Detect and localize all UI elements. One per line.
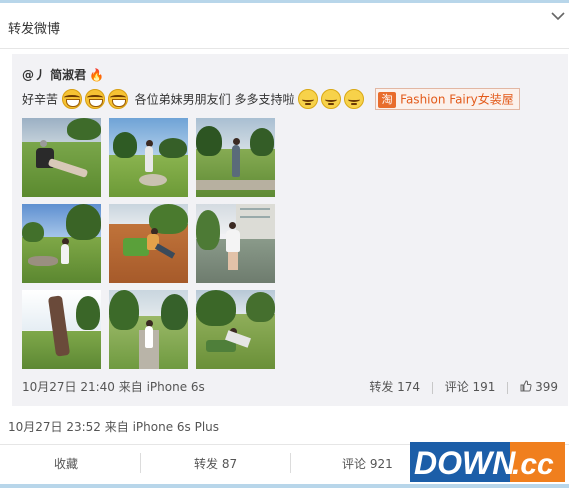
repost-count-link[interactable]: 转发 174 bbox=[369, 380, 420, 394]
like-count[interactable]: 399 bbox=[535, 380, 558, 394]
repost-time-source[interactable]: 10月27日 21:40 来自 iPhone 6s bbox=[22, 378, 205, 395]
photo-9[interactable] bbox=[196, 290, 275, 369]
action-separator bbox=[431, 381, 433, 394]
laugh-emoji-icon bbox=[107, 89, 128, 109]
photo-5[interactable] bbox=[109, 204, 188, 283]
laugh-emoji-icon bbox=[84, 89, 105, 109]
comment-button[interactable]: 评论 921 bbox=[342, 455, 393, 472]
laugh-emoji-icon bbox=[61, 89, 82, 109]
author-name[interactable]: @丿 简淑君 bbox=[22, 68, 86, 82]
dialog-header: 转发微博 bbox=[0, 3, 569, 47]
content-text-1: 好辛苦 bbox=[22, 92, 59, 107]
thumbs-up-icon[interactable] bbox=[520, 380, 532, 392]
meh-emoji-icon bbox=[344, 89, 365, 109]
taobao-icon: 淘 bbox=[378, 91, 397, 108]
repost-button[interactable]: 转发 87 bbox=[194, 455, 237, 472]
photo-1[interactable] bbox=[22, 118, 101, 197]
repost-actions: 转发 174 评论 191 399 bbox=[369, 378, 558, 395]
repost-author[interactable]: @丿 简淑君 🔥 bbox=[22, 66, 104, 83]
action-separator bbox=[507, 381, 509, 394]
bar-separator bbox=[140, 453, 141, 473]
dialog-title: 转发微博 bbox=[8, 22, 61, 37]
photo-7[interactable] bbox=[22, 290, 101, 369]
comment-count-link[interactable]: 评论 191 bbox=[445, 380, 496, 394]
repost-content: 好辛苦 各位弟妹男朋友们 多多支持啦 淘 Fashion Fairy女装屋 bbox=[22, 88, 562, 114]
content-text-2: 各位弟妹男朋友们 多多支持啦 bbox=[134, 92, 295, 107]
bottom-frame-border bbox=[0, 484, 569, 488]
fire-emoji-icon: 🔥 bbox=[89, 68, 105, 82]
photo-6[interactable] bbox=[196, 204, 275, 283]
header-divider bbox=[0, 48, 569, 49]
shop-tag-label: Fashion Fairy女装屋 bbox=[400, 92, 514, 107]
photo-2[interactable] bbox=[109, 118, 188, 197]
down-cc-watermark-logo: DOWN .cc bbox=[410, 442, 565, 482]
photo-8[interactable] bbox=[109, 290, 188, 369]
shop-tag-link[interactable]: 淘 Fashion Fairy女装屋 bbox=[375, 88, 520, 110]
post-time-source[interactable]: 10月27日 23:52 来自 iPhone 6s Plus bbox=[8, 418, 219, 435]
photo-3[interactable] bbox=[196, 118, 275, 197]
meh-emoji-icon bbox=[321, 89, 342, 109]
svg-text:DOWN: DOWN bbox=[414, 445, 516, 481]
svg-text:.cc: .cc bbox=[512, 448, 554, 481]
bar-separator bbox=[290, 453, 291, 473]
reposted-weibo: @丿 简淑君 🔥 好辛苦 各位弟妹男朋友们 多多支持啦 淘 Fashion Fair… bbox=[12, 54, 568, 406]
photo-4[interactable] bbox=[22, 204, 101, 283]
chevron-down-icon[interactable] bbox=[551, 11, 565, 21]
meh-emoji-icon bbox=[298, 89, 319, 109]
favorite-button[interactable]: 收藏 bbox=[54, 455, 78, 472]
